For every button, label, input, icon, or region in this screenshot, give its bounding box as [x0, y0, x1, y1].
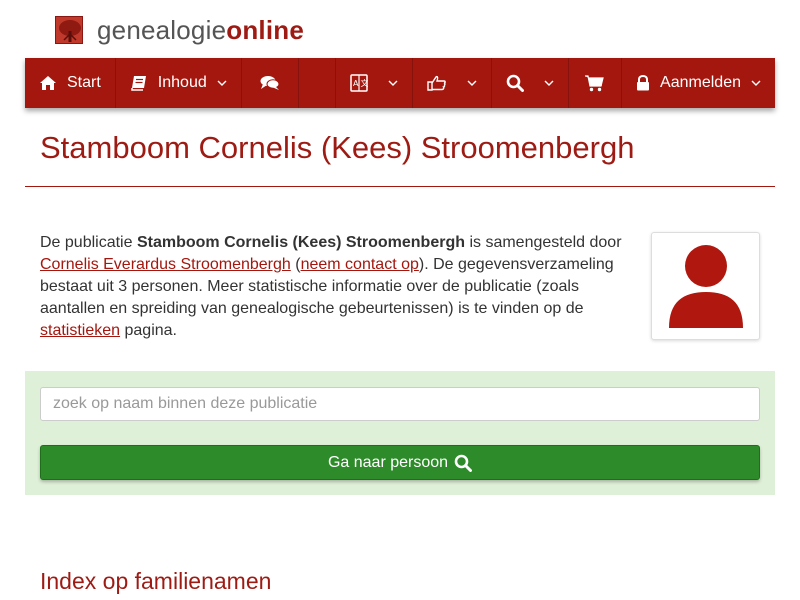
comments-icon: [260, 75, 280, 91]
nav-start[interactable]: Start: [25, 58, 116, 108]
intro-text: is samengesteld door: [465, 234, 622, 251]
contact-link[interactable]: neem contact op: [301, 256, 419, 273]
svg-text:文: 文: [361, 78, 369, 88]
chevron-down-icon: [217, 80, 227, 86]
nav-start-label: Start: [67, 74, 101, 91]
nav-search[interactable]: [492, 58, 570, 108]
lock-icon: [636, 75, 650, 91]
logo-text: genealogieonline: [97, 15, 304, 46]
logo-text-plain: genealogie: [97, 14, 227, 45]
index-heading: Index op familienamen: [40, 568, 272, 594]
nav-aanmelden-label: Aanmelden: [660, 74, 741, 91]
chevron-down-icon: [467, 80, 477, 86]
chevron-down-icon: [751, 80, 761, 86]
title-divider: [25, 186, 775, 187]
person-search-panel: Ga naar persoon: [25, 371, 775, 495]
user-avatar-icon: [659, 240, 753, 334]
publication-intro: De publicatie Stamboom Cornelis (Kees) S…: [40, 232, 630, 342]
intro-text: De publicatie: [40, 234, 137, 251]
go-to-person-label: Ga naar persoon: [327, 453, 449, 471]
intro-text: pagina.: [120, 322, 177, 339]
author-link[interactable]: Cornelis Everardus Stroomenbergh: [40, 256, 291, 273]
nav-inhoud-label: Inhoud: [157, 74, 207, 91]
nav-social[interactable]: [413, 58, 493, 108]
svg-text:A: A: [353, 79, 359, 88]
nav-forum[interactable]: [242, 58, 299, 108]
chevron-down-icon: [544, 80, 554, 86]
site-logo[interactable]: genealogieonline: [55, 14, 304, 46]
chevron-down-icon: [388, 80, 398, 86]
go-to-person-button[interactable]: Ga naar persoon: [40, 445, 760, 480]
nav-aanmelden[interactable]: Aanmelden: [622, 58, 775, 108]
search-icon: [506, 74, 525, 92]
page-title: Stamboom Cornelis (Kees) Stroomenbergh: [40, 130, 635, 165]
author-avatar[interactable]: [651, 232, 760, 340]
intro-text: (: [290, 256, 301, 273]
language-icon: A文: [350, 74, 368, 92]
home-icon: [39, 75, 57, 91]
nav-inhoud[interactable]: Inhoud: [116, 58, 242, 108]
logo-text-bold: online: [226, 14, 304, 45]
thumbs-up-icon: [427, 75, 447, 91]
book-icon: [130, 75, 148, 91]
nav-spacer: [299, 58, 337, 108]
statistics-link[interactable]: statistieken: [40, 322, 120, 339]
publication-name: Stamboom Cornelis (Kees) Stroomenbergh: [136, 234, 465, 251]
nav-cart[interactable]: [569, 58, 623, 108]
nav-language[interactable]: A文: [336, 58, 414, 108]
person-search-input[interactable]: [40, 387, 760, 421]
search-icon: [454, 454, 473, 472]
cart-icon: [585, 74, 605, 92]
main-navbar: Start Inhoud A文 Aanmelden: [25, 58, 775, 108]
tree-logo-icon: [55, 16, 83, 44]
